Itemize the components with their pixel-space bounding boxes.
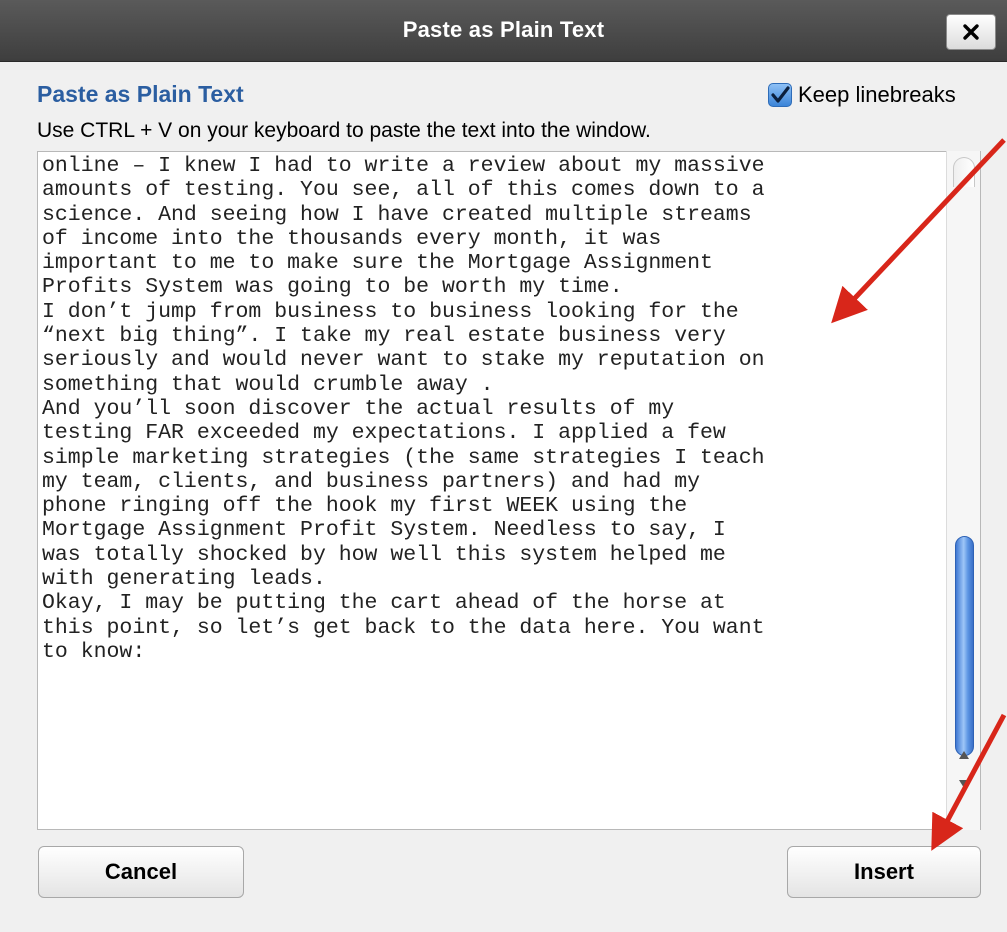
window-title: Paste as Plain Text bbox=[402, 17, 605, 42]
insert-button[interactable]: Insert bbox=[787, 846, 981, 898]
scrollbar-top-cap bbox=[953, 157, 975, 187]
paste-textarea[interactable]: online – I knew I had to write a review … bbox=[37, 151, 981, 830]
scroll-up-button[interactable] bbox=[953, 741, 975, 769]
close-button[interactable] bbox=[946, 14, 996, 50]
scrollbar-thumb[interactable] bbox=[955, 536, 974, 756]
pasted-text[interactable]: online – I knew I had to write a review … bbox=[42, 154, 947, 664]
close-icon bbox=[963, 24, 979, 40]
keep-linebreaks-checkbox[interactable] bbox=[768, 83, 792, 107]
dialog-heading: Paste as Plain Text bbox=[37, 81, 244, 107]
vertical-scrollbar[interactable] bbox=[946, 151, 980, 830]
dialog-titlebar: Paste as Plain Text bbox=[0, 0, 1007, 62]
cancel-button[interactable]: Cancel bbox=[38, 846, 244, 898]
keep-linebreaks-label[interactable]: Keep linebreaks bbox=[798, 82, 956, 108]
scroll-down-button[interactable] bbox=[953, 769, 975, 799]
scroll-down-arrow-icon bbox=[959, 780, 969, 788]
keep-linebreaks-option[interactable]: Keep linebreaks bbox=[768, 82, 956, 108]
paste-instructions: Use CTRL + V on your keyboard to paste t… bbox=[37, 119, 651, 142]
scroll-up-arrow-icon bbox=[959, 751, 969, 759]
checkmark-icon bbox=[771, 86, 790, 103]
